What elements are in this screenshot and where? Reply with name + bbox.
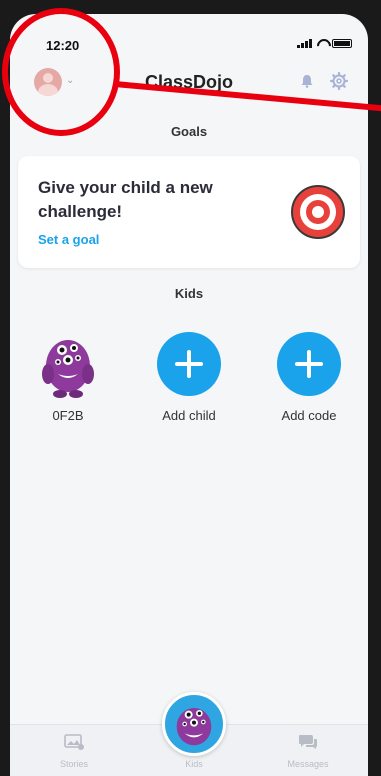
tab-stories-label: Stories: [59, 759, 88, 769]
kids-section-title: Kids: [174, 286, 204, 301]
goal-card-text: Give your child a new challenge!: [38, 178, 213, 221]
signal-icon: [297, 38, 312, 48]
gear-icon[interactable]: [330, 72, 348, 90]
add-code-label: Add code: [281, 408, 337, 423]
plus-icon[interactable]: [157, 332, 221, 396]
kids-row: 0F2B Add child Add code: [10, 332, 368, 452]
kids-center-button[interactable]: [162, 692, 226, 756]
messages-icon: [299, 735, 317, 749]
set-goal-link[interactable]: Set a goal: [38, 232, 99, 247]
monster-avatar: [176, 708, 212, 746]
monster-avatar: [42, 340, 94, 398]
tab-messages-label: Messages: [287, 759, 329, 769]
tab-kids-label: Kids: [185, 759, 203, 769]
battery-icon: [332, 38, 352, 48]
target-icon: [291, 185, 345, 239]
add-child-label: Add child: [162, 408, 216, 423]
plus-icon[interactable]: [277, 332, 341, 396]
goal-card[interactable]: Give your child a new challenge! Set a g…: [18, 156, 360, 268]
annotation-circle: [2, 8, 120, 136]
wifi-icon: [316, 38, 328, 48]
system-icons: [297, 38, 352, 48]
stories-icon: [64, 734, 84, 750]
bell-icon[interactable]: [300, 74, 314, 88]
kid-name: 0F2B: [52, 408, 84, 423]
